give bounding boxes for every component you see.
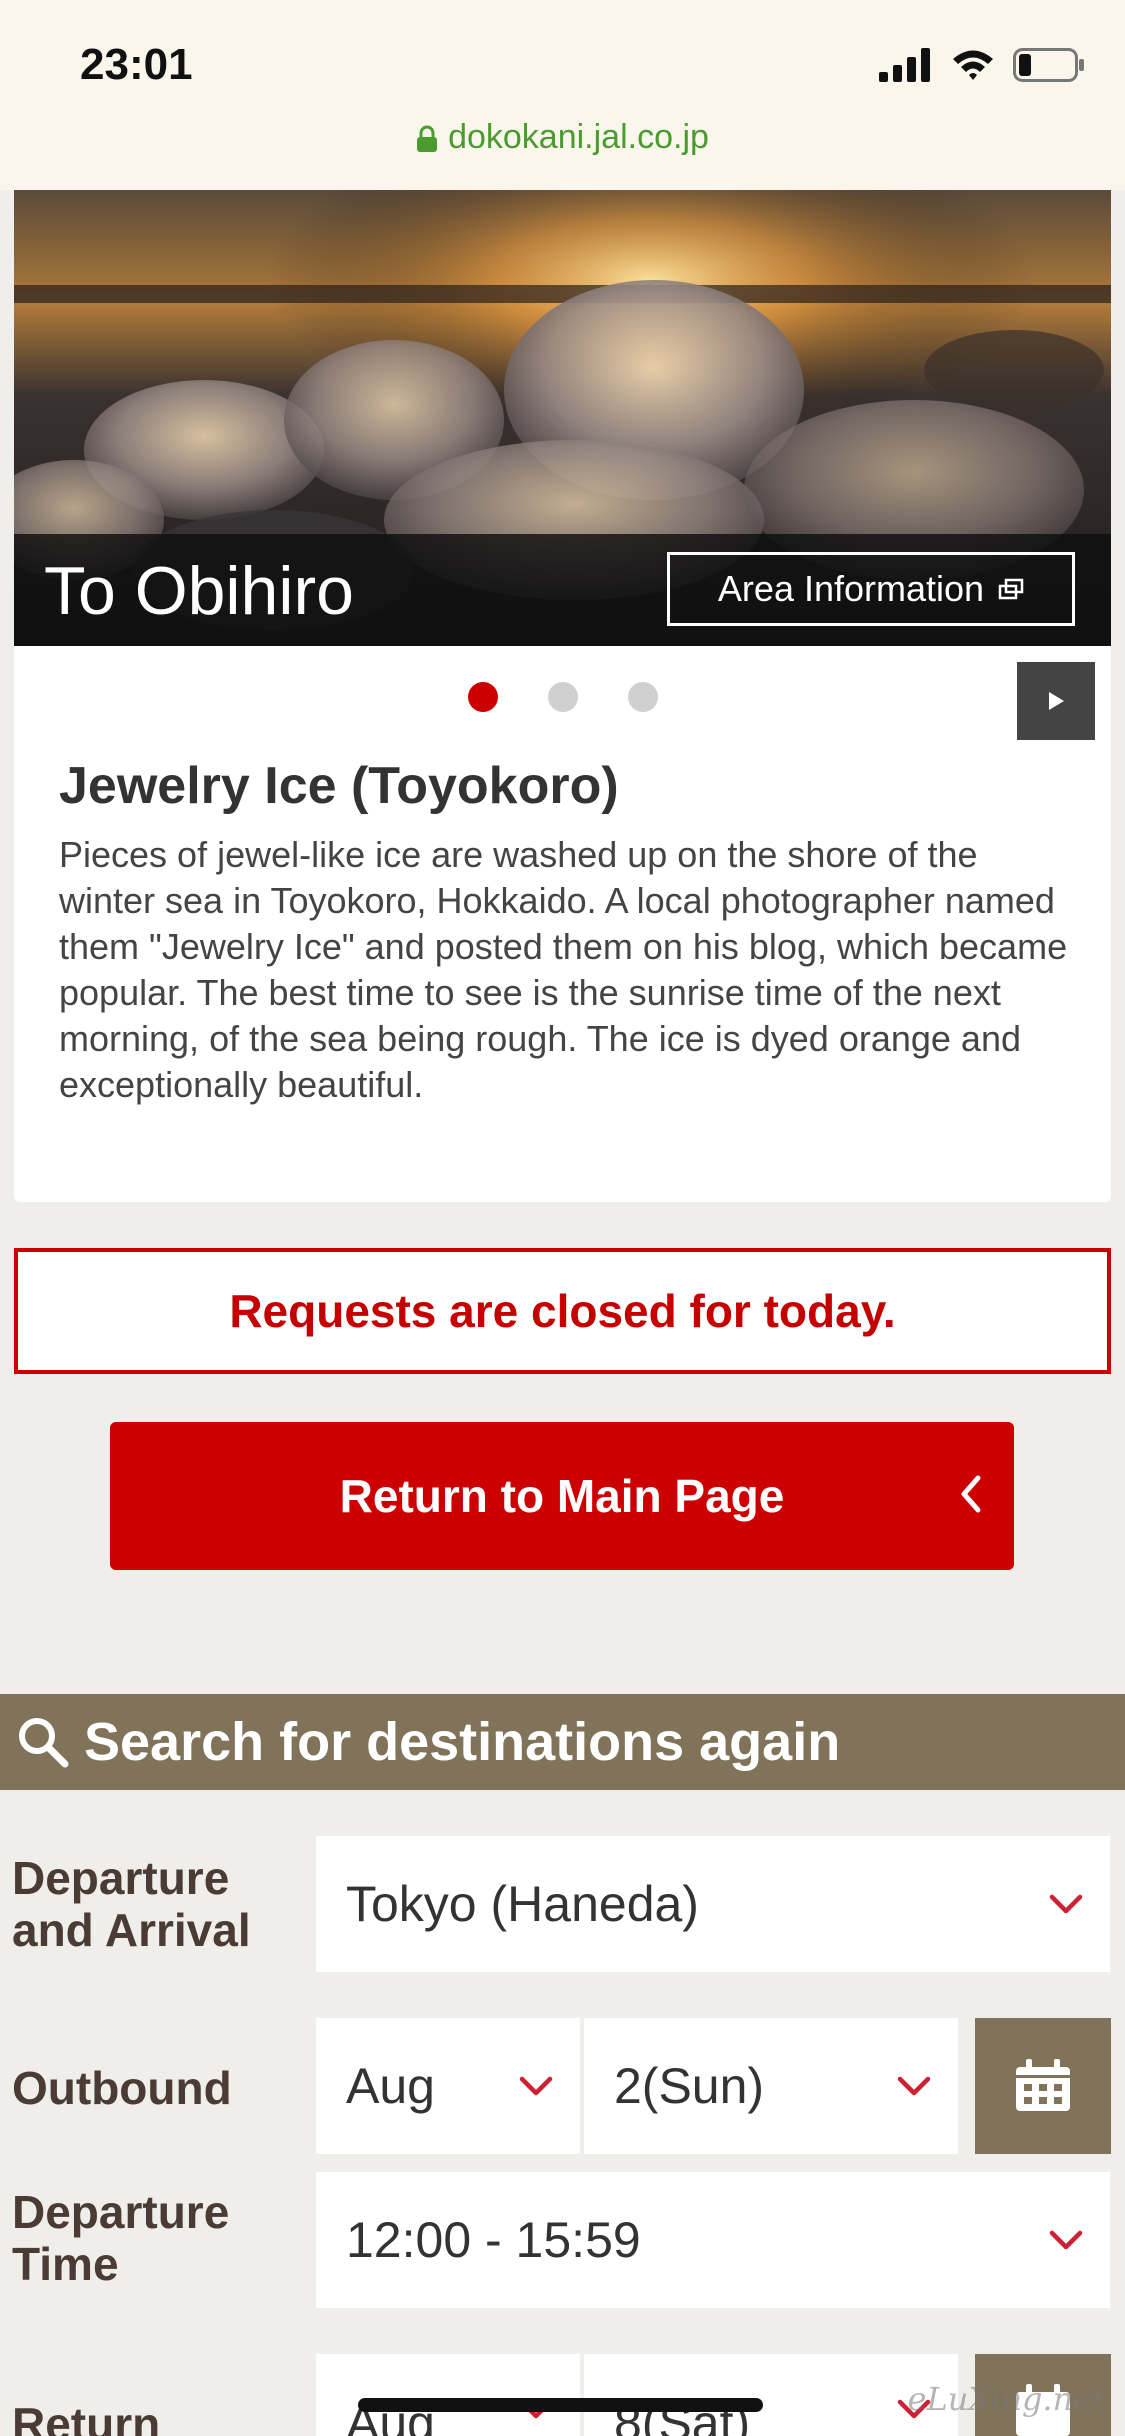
- search-section-header: Search for destinations again: [0, 1694, 1125, 1790]
- carousel-dot-1[interactable]: [467, 682, 498, 712]
- chevron-down-icon: [1049, 2230, 1083, 2250]
- outbound-month-value: Aug: [346, 2058, 435, 2114]
- area-information-label: Area Information: [717, 568, 985, 609]
- carousel-dot-2[interactable]: [547, 682, 578, 712]
- destination-title: To Obihiro: [44, 553, 354, 629]
- outbound-day-select[interactable]: 2(Sun): [584, 2018, 958, 2154]
- outbound-month-select[interactable]: Aug: [316, 2018, 580, 2154]
- outbound-calendar-button[interactable]: [975, 2018, 1111, 2154]
- departure-arrival-select[interactable]: Tokyo (Haneda): [316, 1836, 1110, 1972]
- chevron-down-icon: [897, 2076, 931, 2096]
- departure-time-value: 12:00 - 15:59: [346, 2212, 641, 2268]
- chevron-left-icon: [961, 1475, 981, 1513]
- departure-arrival-value: Tokyo (Haneda): [346, 1876, 699, 1932]
- spot-description: Pieces of jewel-like ice are washed up o…: [59, 834, 1068, 1105]
- departure-arrival-label: Departure and Arrival: [12, 1852, 251, 1956]
- url-text: dokokani.jal.co.jp: [448, 118, 709, 156]
- watermark: eLuXing.net: [907, 2380, 1105, 2418]
- return-to-main-label: Return to Main Page: [339, 1470, 785, 1522]
- home-indicator: [358, 2398, 763, 2412]
- external-link-icon: [998, 578, 1024, 600]
- carousel-play-button[interactable]: [1017, 662, 1095, 740]
- lock-icon: [417, 125, 438, 153]
- return-to-main-button[interactable]: Return to Main Page: [110, 1422, 1014, 1570]
- signal-icon: [879, 48, 930, 82]
- hero-banner: To Obihiro Area Information: [14, 190, 1111, 646]
- status-icons: [879, 48, 1085, 82]
- spot-title: Jewelry Ice (Toyokoro): [59, 757, 619, 815]
- battery-icon: [1013, 48, 1084, 82]
- return-day-select[interactable]: 8(Sat): [584, 2354, 958, 2436]
- play-icon: [1049, 692, 1064, 710]
- chevron-down-icon: [519, 2076, 553, 2096]
- departure-time-label: Departure Time: [12, 2186, 230, 2290]
- destination-card: Jewelry Ice (Toyokoro) Pieces of jewel-l…: [14, 646, 1111, 1202]
- search-section-title: Search for destinations again: [84, 1712, 841, 1772]
- url-bar[interactable]: dokokani.jal.co.jp: [0, 118, 1125, 157]
- status-bar: 23:01 dokokani.jal.co.jp: [0, 0, 1125, 190]
- return-month-select[interactable]: Aug: [316, 2354, 580, 2436]
- hero-caption: To Obihiro Area Information: [14, 534, 1111, 646]
- closed-notice: Requests are closed for today.: [14, 1248, 1111, 1374]
- calendar-icon: [1016, 2059, 1070, 2111]
- departure-time-select[interactable]: 12:00 - 15:59: [316, 2172, 1110, 2308]
- area-information-button[interactable]: Area Information: [667, 552, 1075, 626]
- search-icon: [19, 1718, 69, 1768]
- outbound-label: Outbound: [12, 2062, 232, 2114]
- wifi-icon: [953, 50, 993, 80]
- return-label: Return: [12, 2398, 161, 2436]
- carousel-indicator: [14, 682, 1111, 712]
- chevron-down-icon: [1049, 1894, 1083, 1914]
- outbound-day-value: 2(Sun): [614, 2058, 765, 2114]
- carousel-dot-3[interactable]: [627, 682, 658, 712]
- clock: 23:01: [80, 40, 193, 89]
